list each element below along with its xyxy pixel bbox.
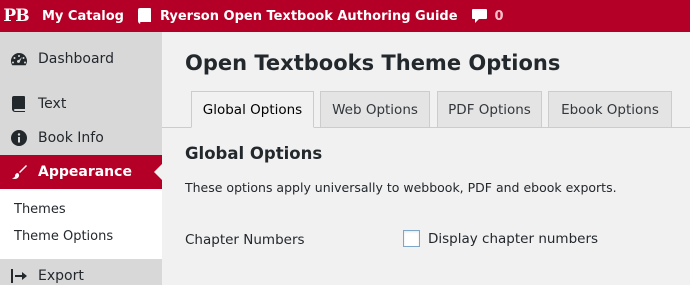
sidebar-item-text[interactable]: Text xyxy=(0,87,162,121)
info-icon xyxy=(0,130,38,146)
comment-icon xyxy=(471,9,487,23)
chapter-numbers-checkbox[interactable] xyxy=(403,230,420,247)
submenu-item-theme-options[interactable]: Theme Options xyxy=(14,229,113,244)
sidebar-item-export[interactable]: Export xyxy=(0,259,162,285)
sidebar-item-label: Text xyxy=(38,96,67,112)
book-title-label: Ryerson Open Textbook Authoring Guide xyxy=(159,8,458,24)
options-tabs: Global Options Web Options PDF Options E… xyxy=(162,91,690,128)
chapter-numbers-option[interactable]: Display chapter numbers xyxy=(403,230,598,247)
book-title-link[interactable]: Ryerson Open Textbook Authoring Guide xyxy=(137,0,472,32)
pressbooks-logo-icon[interactable]: PB xyxy=(0,0,32,32)
my-catalog-link[interactable]: My Catalog xyxy=(32,0,138,32)
paintbrush-icon xyxy=(0,164,38,180)
admin-bar: PB My Catalog Ryerson Open Textbook Auth… xyxy=(0,0,690,32)
main-content: Open Textbooks Theme Options Global Opti… xyxy=(162,32,690,285)
sidebar-item-appearance[interactable]: Appearance xyxy=(0,155,162,189)
tab-pdf-options[interactable]: PDF Options xyxy=(437,91,542,128)
comments-link[interactable]: 0 xyxy=(471,0,504,32)
export-icon xyxy=(0,269,38,283)
section-title: Global Options xyxy=(185,144,323,163)
sidebar-item-book-info[interactable]: Book Info xyxy=(0,121,162,155)
sidebar-item-label: Appearance xyxy=(38,164,132,180)
section-description: These options apply universally to webbo… xyxy=(185,180,617,195)
sidebar-item-label: Export xyxy=(38,268,84,284)
book-icon xyxy=(0,96,38,112)
page-title: Open Textbooks Theme Options xyxy=(185,51,561,75)
comments-count: 0 xyxy=(494,8,504,24)
checkbox-label: Display chapter numbers xyxy=(428,230,599,247)
tab-web-options[interactable]: Web Options xyxy=(320,91,430,128)
submenu-item-themes[interactable]: Themes xyxy=(14,202,66,217)
book-icon xyxy=(137,8,151,24)
sidebar-item-dashboard[interactable]: Dashboard xyxy=(0,42,162,76)
sidebar-item-label: Book Info xyxy=(38,130,104,146)
dashboard-icon xyxy=(0,52,38,66)
appearance-submenu: Themes Theme Options xyxy=(0,189,162,259)
admin-sidebar: Dashboard Text Book Info Appearance Them… xyxy=(0,32,162,285)
tab-global-options[interactable]: Global Options xyxy=(191,91,314,128)
sidebar-item-label: Dashboard xyxy=(38,51,114,67)
chapter-numbers-label: Chapter Numbers xyxy=(185,232,305,248)
tab-ebook-options[interactable]: Ebook Options xyxy=(548,91,672,128)
